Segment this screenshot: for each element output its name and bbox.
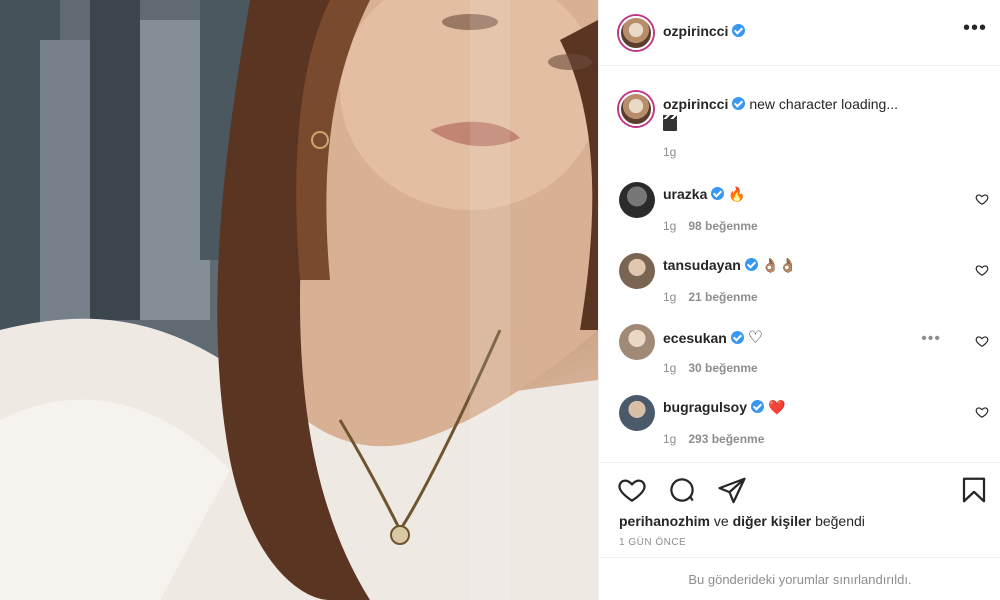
comment-text: 👌🏽👌🏽 <box>761 257 797 273</box>
verified-badge-icon <box>711 187 725 200</box>
author-username[interactable]: ozpirincci <box>663 23 746 39</box>
post-timestamp: 1 GÜN ÖNCE <box>619 537 687 548</box>
comment-like-heart-icon[interactable] <box>975 334 989 348</box>
verified-badge-icon <box>732 97 746 110</box>
commenter-avatar[interactable] <box>619 395 655 431</box>
commenter-avatar[interactable] <box>619 182 655 218</box>
caption-message: new character loading... <box>749 96 898 112</box>
comment-text: 🔥 <box>728 186 746 202</box>
comment-like-heart-icon[interactable] <box>975 405 989 419</box>
selfie-image <box>0 0 598 600</box>
commenter-username[interactable]: urazka <box>663 186 707 202</box>
clapper-board-emoji-icon <box>663 115 677 131</box>
comment-body: ecesukan ♡ <box>663 328 763 348</box>
liked-by-connector: ve <box>713 513 729 529</box>
comment-row: ecesukan ♡ ••• 1g 30 beğenme <box>619 324 989 386</box>
comment-like-heart-icon[interactable] <box>975 263 989 277</box>
comment-like-heart-icon[interactable] <box>975 192 989 206</box>
verified-badge-icon <box>730 331 744 344</box>
verified-badge-icon <box>751 400 765 413</box>
comment-meta: 1g 98 beğenme <box>663 219 770 233</box>
comment-row: bugragulsoy ❤️ 1g 293 beğenme <box>619 395 989 457</box>
heart-icon[interactable] <box>617 475 647 505</box>
comment-likes[interactable]: 21 beğenme <box>688 290 757 304</box>
comment-meta: 1g 293 beğenme <box>663 432 776 446</box>
comment-time: 1g <box>663 219 677 233</box>
caption-author-username[interactable]: ozpirincci <box>663 96 728 112</box>
comment-time: 1g <box>663 361 677 375</box>
comment-body: bugragulsoy ❤️ <box>663 399 785 416</box>
commenter-avatar[interactable] <box>619 324 655 360</box>
post-header: ozpirincci ••• <box>599 0 1000 66</box>
comment-row: urazka 🔥 1g 98 beğenme <box>619 182 989 244</box>
liked-by-summary: perihanozhim ve diğer kişiler beğendi <box>619 513 865 529</box>
liked-by-suffix: beğendi <box>815 513 865 529</box>
comment-time: 1g <box>663 432 677 446</box>
comment-likes[interactable]: 30 beğenme <box>688 361 757 375</box>
comment-options-icon[interactable]: ••• <box>921 330 941 348</box>
commenter-username[interactable]: tansudayan <box>663 257 741 273</box>
verified-badge-icon <box>732 24 746 37</box>
comment-body: tansudayan 👌🏽👌🏽 <box>663 257 797 274</box>
comment-likes[interactable]: 98 beğenme <box>688 219 757 233</box>
post-actions: perihanozhim ve diğer kişiler beğendi 1 … <box>599 462 1000 600</box>
comment-meta: 1g 30 beğenme <box>663 361 770 375</box>
commenter-avatar[interactable] <box>619 253 655 289</box>
post-photo[interactable] <box>0 0 598 600</box>
comment-meta: 1g 21 beğenme <box>663 290 770 304</box>
paper-plane-icon[interactable] <box>717 475 747 505</box>
liked-by-username[interactable]: perihanozhim <box>619 513 710 529</box>
comment-text: ♡ <box>747 328 764 347</box>
comment-text: ❤️ <box>768 399 786 415</box>
comment-body: urazka 🔥 <box>663 186 746 203</box>
comments-limited-notice: Bu gönderideki yorumlar sınırlandırıldı. <box>599 557 1000 600</box>
commenter-username[interactable]: ecesukan <box>663 330 727 346</box>
comment-row: tansudayan 👌🏽👌🏽 1g 21 beğenme <box>619 253 989 315</box>
commenter-username[interactable]: bugragulsoy <box>663 399 747 415</box>
caption-timestamp: 1g <box>663 145 677 159</box>
comment-time: 1g <box>663 290 677 304</box>
caption-author-avatar[interactable] <box>619 92 653 126</box>
more-options-icon[interactable]: ••• <box>963 18 987 38</box>
comment-bubble-icon[interactable] <box>667 475 697 505</box>
post-sidebar: ozpirincci ••• ozpirincci new character l… <box>598 0 1000 600</box>
verified-badge-icon <box>744 258 758 271</box>
liked-by-others[interactable]: diğer kişiler <box>733 513 812 529</box>
author-avatar[interactable] <box>619 16 653 50</box>
caption-text-block: ozpirincci new character loading... <box>663 94 983 136</box>
comment-likes[interactable]: 293 beğenme <box>688 432 764 446</box>
bookmark-icon[interactable] <box>959 475 989 505</box>
